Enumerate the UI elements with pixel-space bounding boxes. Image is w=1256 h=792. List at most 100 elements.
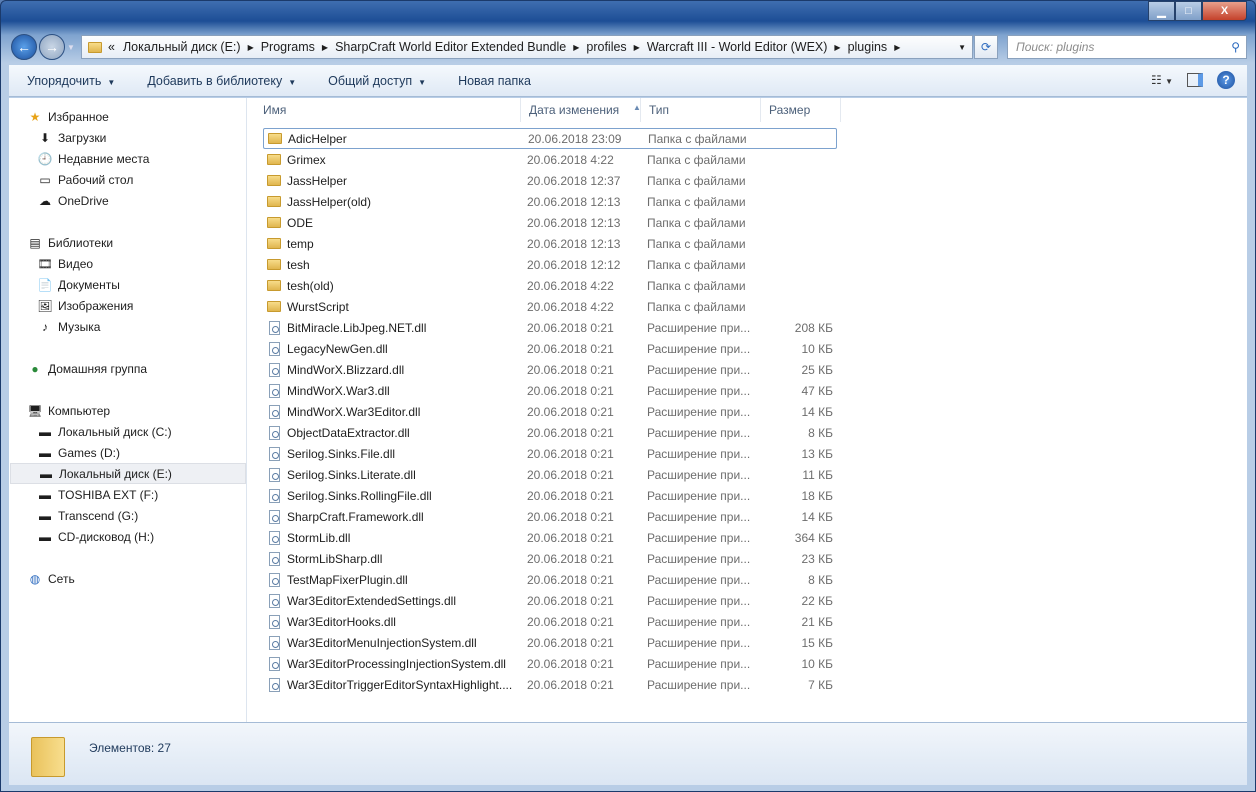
file-row[interactable]: ObjectDataExtractor.dll 20.06.2018 0:21 Ра… (263, 422, 837, 443)
column-type[interactable]: Тип (641, 98, 761, 122)
preview-pane-icon[interactable] (1187, 73, 1203, 87)
sidebar-item[interactable]: ▭ Рабочий стол (37, 169, 133, 190)
sidebar-item[interactable]: ▤ Библиотеки (27, 232, 113, 253)
breadcrumb-chevron-icon[interactable]: ▶ (573, 43, 579, 52)
network-icon: ◍ (29, 571, 41, 586)
file-row[interactable]: BitMiracle.LibJpeg.NET.dll 20.06.2018 0:2… (263, 317, 837, 338)
file-type: Папка с файлами (647, 299, 746, 314)
sidebar-item[interactable]: ▬ Games (D:) (37, 442, 120, 463)
file-row[interactable]: MindWorX.Blizzard.dll 20.06.2018 0:21 Расш… (263, 359, 837, 380)
folder-row[interactable]: JassHelper 20.06.2018 12:37 Папка с файлам… (263, 170, 837, 191)
sidebar-item[interactable]: ◍ Сеть (27, 568, 75, 589)
sidebar-item[interactable]: 🕘 Недавние места (37, 148, 150, 169)
sidebar-item[interactable]: 📄 Документы (37, 274, 120, 295)
sidebar-item[interactable]: 🎞 Видео (37, 253, 93, 274)
folder-row[interactable]: WurstScript 20.06.2018 4:22 Папка с файлам… (263, 296, 837, 317)
file-row[interactable]: StormLibSharp.dll 20.06.2018 0:21 Расширен… (263, 548, 837, 569)
folder-row[interactable]: AdicHelper 20.06.2018 23:09 Папка с файлам… (263, 128, 837, 149)
date-modified: 20.06.2018 0:21 (527, 572, 614, 587)
sidebar-item-label: Музыка (58, 319, 101, 334)
folder-row[interactable]: Grimex 20.06.2018 4:22 Папка с файлами (263, 149, 837, 170)
sidebar-item[interactable]: ♪ Музыка (37, 316, 100, 337)
file-row[interactable]: War3EditorExtendedSettings.dll 20.06.2018… (263, 590, 837, 611)
sidebar-item-label: Домашняя группа (48, 361, 148, 376)
dll-file-icon (269, 614, 280, 629)
breadcrumb-chevron-icon[interactable]: ▶ (322, 43, 328, 52)
file-row[interactable]: StormLib.dll 20.06.2018 0:21 Расширение пр… (263, 527, 837, 548)
explorer-window: ▁ □ X ← → ▼ « Локальный диск (E:) ▶ Progra… (0, 0, 1256, 792)
breadcrumb-item[interactable]: Programs (261, 40, 315, 54)
file-name-cell: StormLib.dll (263, 530, 527, 545)
refresh-button[interactable]: ⟳ (974, 35, 998, 59)
sidebar-item[interactable]: ★ Избранное (27, 106, 109, 127)
file-row[interactable]: War3EditorTriggerEditorSyntaxHighlight..… (263, 674, 837, 695)
sidebar-item[interactable]: ▬ CD-дисковод (H:) (37, 526, 154, 547)
recent-pages-dropdown[interactable]: ▼ (67, 43, 75, 52)
sidebar-item[interactable]: ● Домашняя группа (27, 358, 147, 379)
folder-icon (267, 280, 281, 291)
file-name-cell: ODE (263, 216, 527, 230)
sidebar-item[interactable]: ⬇ Загрузки (37, 127, 106, 148)
file-name-cell: Serilog.Sinks.Literate.dll (263, 467, 527, 482)
breadcrumb-item[interactable]: profiles (586, 40, 626, 54)
file-type: Расширение при... (647, 551, 751, 566)
file-size: 13 КБ (801, 446, 833, 461)
file-row[interactable]: MindWorX.War3Editor.dll 20.06.2018 0:21 Ра… (263, 401, 837, 422)
sidebar-item[interactable]: ☁ OneDrive (37, 190, 109, 211)
folder-row[interactable]: JassHelper(old) 20.06.2018 12:13 Папка с ф… (263, 191, 837, 212)
column-name[interactable]: Имя ▲ (255, 98, 641, 122)
forward-button[interactable]: → (39, 34, 65, 60)
file-row[interactable]: War3EditorProcessingInjectionSystem.dll 2… (263, 653, 837, 674)
downloads-icon: ⬇ (39, 130, 51, 145)
sidebar-item-label: Рабочий стол (58, 172, 134, 187)
column-date[interactable]: Дата изменения (521, 98, 641, 122)
file-row[interactable]: TestMapFixerPlugin.dll 20.06.2018 0:21 Рас… (263, 569, 837, 590)
add-to-library-button[interactable]: Добавить в библиотеку ▼ (129, 74, 310, 88)
file-row[interactable]: War3EditorMenuInjectionSystem.dll 20.06.2… (263, 632, 837, 653)
folder-row[interactable]: tesh(old) 20.06.2018 4:22 Папка с файлами (263, 275, 837, 296)
column-size[interactable]: Размер (761, 98, 841, 122)
close-button[interactable]: X (1202, 1, 1247, 21)
file-row[interactable]: SharpCraft.Framework.dll 20.06.2018 0:21 Р… (263, 506, 837, 527)
file-row[interactable]: LegacyNewGen.dll 20.06.2018 0:21 Расширени… (263, 338, 837, 359)
file-row[interactable]: War3EditorHooks.dll 20.06.2018 0:21 Расшир… (263, 611, 837, 632)
back-button[interactable]: ← (11, 34, 37, 60)
breadcrumb-item[interactable]: Warcraft III - World Editor (WEX) (647, 40, 828, 54)
maximize-button[interactable]: □ (1175, 1, 1202, 21)
recent-places-icon: 🕘 (37, 151, 53, 166)
help-icon[interactable]: ? (1217, 71, 1235, 89)
breadcrumb-item[interactable]: Локальный диск (E:) (123, 40, 241, 54)
search-input[interactable]: Поиск: plugins ⚲ (1007, 35, 1247, 59)
sidebar-item-label: Библиотеки (48, 235, 114, 250)
share-button[interactable]: Общий доступ ▼ (310, 74, 440, 88)
date-modified: 20.06.2018 12:13 (527, 236, 621, 251)
folder-row[interactable]: tesh 20.06.2018 12:12 Папка с файлами (263, 254, 837, 275)
dll-file-icon (269, 551, 280, 566)
breadcrumb-overflow[interactable]: « (108, 40, 115, 54)
file-row[interactable]: Serilog.Sinks.RollingFile.dll 20.06.2018 … (263, 485, 837, 506)
sidebar-item[interactable]: 🖼 Изображения (37, 295, 133, 316)
view-options-icon[interactable]: ☷ ▼ (1151, 73, 1173, 87)
breadcrumb-chevron-icon[interactable]: ▶ (894, 43, 900, 52)
folder-row[interactable]: ODE 20.06.2018 12:13 Папка с файлами (263, 212, 837, 233)
sidebar-item[interactable]: ▬ TOSHIBA EXT (F:) (37, 484, 158, 505)
breadcrumb-item[interactable]: plugins (848, 40, 888, 54)
breadcrumb-chevron-icon[interactable]: ▶ (834, 43, 840, 52)
folder-row[interactable]: temp 20.06.2018 12:13 Папка с файлами (263, 233, 837, 254)
file-row[interactable]: MindWorX.War3.dll 20.06.2018 0:21 Расширен… (263, 380, 837, 401)
dll-file-icon (269, 320, 280, 335)
minimize-button[interactable]: ▁ (1148, 1, 1175, 21)
breadcrumb-item[interactable]: SharpCraft World Editor Extended Bundle (335, 40, 566, 54)
new-folder-button[interactable]: Новая папка (440, 74, 545, 88)
address-bar[interactable]: « Локальный диск (E:) ▶ Programs ▶ SharpCraf… (81, 35, 973, 59)
address-dropdown-icon[interactable]: ▼ (958, 43, 966, 52)
file-row[interactable]: Serilog.Sinks.File.dll 20.06.2018 0:21 Рас… (263, 443, 837, 464)
sidebar-item[interactable]: ▬ Transcend (G:) (37, 505, 138, 526)
sidebar-item[interactable]: ▬ Локальный диск (E:) (10, 463, 246, 484)
breadcrumb-chevron-icon[interactable]: ▶ (634, 43, 640, 52)
sidebar-item[interactable]: ▬ Локальный диск (C:) (37, 421, 172, 442)
breadcrumb-chevron-icon[interactable]: ▶ (248, 43, 254, 52)
sidebar-item[interactable]: 🖥 Компьютер (27, 400, 110, 421)
file-row[interactable]: Serilog.Sinks.Literate.dll 20.06.2018 0:2… (263, 464, 837, 485)
organize-button[interactable]: Упорядочить ▼ (9, 74, 129, 88)
